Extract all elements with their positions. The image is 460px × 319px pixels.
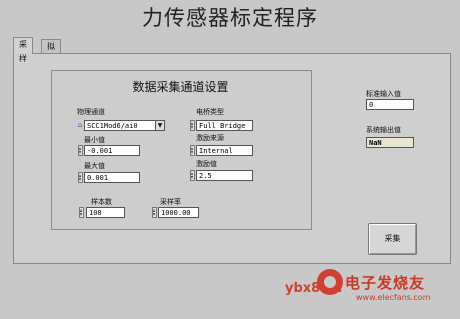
excitation-source-field[interactable]: Internal <box>196 145 253 156</box>
watermark-brand: 电子发烧友 <box>345 274 426 292</box>
bridge-type-field[interactable]: Full Bridge <box>196 120 253 131</box>
excitation-value-field[interactable]: 2.5 <box>196 170 253 181</box>
acquire-button[interactable]: 采集 <box>368 223 417 255</box>
excitation-source-label: 激励来源 <box>196 134 224 142</box>
watermark-logo-icon <box>317 269 343 295</box>
max-value-stepper[interactable] <box>78 172 83 183</box>
bridge-type-stepper[interactable] <box>190 120 195 131</box>
excitation-source-stepper[interactable] <box>190 145 195 156</box>
system-output-field: NaN <box>366 137 414 148</box>
samples-stepper[interactable] <box>79 207 84 218</box>
physical-channel-label: 物理通道 <box>77 108 105 116</box>
sample-rate-field[interactable]: 1000.00 <box>158 207 199 218</box>
sample-rate-label: 采样率 <box>160 198 181 206</box>
min-value-stepper[interactable] <box>78 145 83 156</box>
min-value-field[interactable]: -0.001 <box>84 145 140 156</box>
daq-settings-title: 数据采集通道设置 <box>132 80 229 94</box>
standard-input-field[interactable]: 0 <box>366 99 414 110</box>
physical-channel-field[interactable]: SCC1Mod6/ai0 <box>84 120 156 131</box>
max-value-label: 最大值 <box>84 162 105 170</box>
system-output-label: 系统输出值 <box>366 126 401 134</box>
samples-field[interactable]: 100 <box>86 207 125 218</box>
samples-label: 样本数 <box>91 198 112 206</box>
app-title: 力传感器标定程序 <box>142 6 318 30</box>
max-value-field[interactable]: 0.001 <box>84 172 140 183</box>
tab-sampling[interactable]: 采样 <box>13 37 33 63</box>
sample-rate-stepper[interactable] <box>152 207 157 218</box>
tab-fitting[interactable]: 拟合 <box>41 39 61 65</box>
excitation-value-label: 激励值 <box>196 160 217 168</box>
excitation-value-stepper[interactable] <box>190 170 195 181</box>
min-value-label: 最小值 <box>84 136 105 144</box>
bridge-type-label: 电桥类型 <box>196 108 224 116</box>
chevron-down-icon[interactable]: ▼ <box>155 120 165 131</box>
watermark-url: www.elecfans.com <box>356 293 431 302</box>
io-channel-icon: ⌂ <box>77 121 83 129</box>
standard-input-label: 标准输入值 <box>366 90 401 98</box>
